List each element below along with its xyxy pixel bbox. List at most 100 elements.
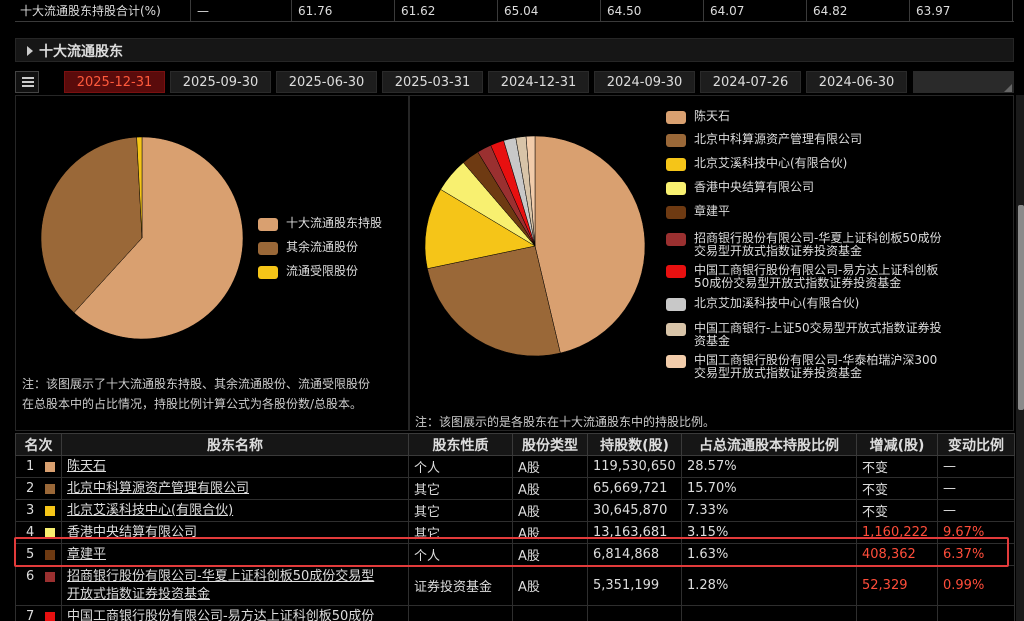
rank-cell: 2 xyxy=(15,477,62,500)
legend-item: 十大流通股东持股 xyxy=(258,217,382,231)
holder-name-cell: 中国工商银行股份有限公司-易方达上证科创板50成份 xyxy=(61,605,409,621)
legend-item: 北京艾加溪科技中心(有限合伙) xyxy=(666,297,859,311)
table-row[interactable]: 7 中国工商银行股份有限公司-易方达上证科创板50成份 xyxy=(15,605,1015,621)
tab-2024-06-30[interactable]: 2024-06-30 xyxy=(806,71,907,93)
table-row[interactable]: 1 陈天石 个人 A股 119,530,650 28.57% 不变 — xyxy=(15,455,1015,478)
color-swatch xyxy=(45,572,55,582)
rank-cell: 7 xyxy=(15,605,62,621)
table-row[interactable]: 2 北京中科算源资产管理有限公司 其它 A股 65,669,721 15.70% 不变 — xyxy=(15,477,1015,500)
rank-cell: 6 xyxy=(15,565,62,606)
list-icon[interactable] xyxy=(15,71,39,93)
table-row[interactable]: 6 招商银行股份有限公司-华夏上证科创板50成份交易型 开放式指数证券投资基金 证券投… xyxy=(15,565,1015,606)
rank-number: 2 xyxy=(26,481,35,496)
tab-2024-12-31[interactable]: 2024-12-31 xyxy=(488,71,589,93)
holder-name-link[interactable]: 招商银行股份有限公司-华夏上证科创板50成份交易型 开放式指数证券投资基金 xyxy=(67,569,374,602)
legend-swatch xyxy=(666,206,686,219)
tab-2025-09-30[interactable]: 2025-09-30 xyxy=(170,71,271,93)
holder-name-link[interactable]: 北京艾溪科技中心(有限合伙) xyxy=(67,503,233,518)
type-cell: A股 xyxy=(512,477,588,500)
type-cell: A股 xyxy=(512,499,588,522)
legend-swatch xyxy=(258,218,278,231)
expand-triangle-icon[interactable] xyxy=(27,46,33,56)
table-row[interactable]: 3 北京艾溪科技中心(有限合伙) 其它 A股 30,645,870 7.33% 不变 — xyxy=(15,499,1015,522)
tab-2025-06-30[interactable]: 2025-06-30 xyxy=(276,71,377,93)
shares-cell xyxy=(587,605,682,621)
section-title: 十大流通股东 xyxy=(39,44,123,60)
legend-item: 中国工商银行-上证50交易型开放式指数证券投 资基金 xyxy=(666,322,942,348)
table-header-row: 名次 股东名称 股东性质 股份类型 持股数(股) 占总流通股本持股比例 增减(股… xyxy=(15,433,1015,456)
col-header-ratio[interactable]: 占总流通股本持股比例 xyxy=(681,433,857,456)
legend-label: 香港中央结算有限公司 xyxy=(694,180,815,194)
section-header[interactable]: 十大流通股东 xyxy=(15,38,1014,62)
col-header-nature[interactable]: 股东性质 xyxy=(408,433,513,456)
legend-item: 招商银行股份有限公司-华夏上证科创板50成份 交易型开放式指数证券投资基金 xyxy=(666,232,942,258)
legend-swatch xyxy=(666,323,686,336)
holder-name-link[interactable]: 陈天石 xyxy=(67,459,106,474)
change-pct-cell: — xyxy=(937,477,1015,500)
right-chart-note: 注：该图展示的是各股东在十大流通股东中的持股比例。 xyxy=(415,415,716,429)
legend-label: 中国工商银行股份有限公司-华泰柏瑞沪深300 交易型开放式指数证券投资基金 xyxy=(694,353,938,380)
summary-cell: 64.50 xyxy=(601,0,704,22)
col-header-shares[interactable]: 持股数(股) xyxy=(587,433,682,456)
legend-label: 北京艾加溪科技中心(有限合伙) xyxy=(694,296,860,310)
tab-2025-03-31[interactable]: 2025-03-31 xyxy=(382,71,483,93)
summary-cell: 61.76 xyxy=(292,0,395,22)
holders-table: 名次 股东名称 股东性质 股份类型 持股数(股) 占总流通股本持股比例 增减(股… xyxy=(15,433,1015,621)
legend-label: 流通受限股份 xyxy=(286,264,359,278)
nature-cell: 个人 xyxy=(408,455,513,478)
nature-cell: 证券投资基金 xyxy=(408,565,513,606)
color-swatch xyxy=(45,506,55,516)
shares-cell: 65,669,721 xyxy=(587,477,682,500)
legend-swatch xyxy=(666,111,686,124)
summary-cell: 64.82 xyxy=(807,0,910,22)
legend-item: 北京艾溪科技中心(有限合伙) xyxy=(666,157,847,171)
change-pct-cell: 0.99% xyxy=(937,565,1015,606)
nature-cell: 其它 xyxy=(408,477,513,500)
ratio-cell: 7.33% xyxy=(681,499,857,522)
rank-number: 1 xyxy=(26,459,35,474)
legend-label: 中国工商银行股份有限公司-易方达上证科创板 50成份交易型开放式指数证券投资基金 xyxy=(694,263,939,290)
legend-item: 中国工商银行股份有限公司-易方达上证科创板 50成份交易型开放式指数证券投资基金 xyxy=(666,264,938,290)
legend-swatch xyxy=(258,266,278,279)
change-cell xyxy=(856,605,938,621)
col-header-type[interactable]: 股份类型 xyxy=(512,433,588,456)
highlight-box-row-5 xyxy=(14,537,1009,567)
change-cell: 不变 xyxy=(856,477,938,500)
tab-2024-09-30[interactable]: 2024-09-30 xyxy=(594,71,695,93)
legend-label: 章建平 xyxy=(694,204,731,218)
shares-cell: 119,530,650 xyxy=(587,455,682,478)
rank-cell: 1 xyxy=(15,455,62,478)
legend-item: 章建平 xyxy=(666,205,730,219)
ratio-cell xyxy=(681,605,857,621)
legend-label: 其余流通股份 xyxy=(286,240,359,254)
nature-cell xyxy=(408,605,513,621)
legend-swatch xyxy=(666,233,686,246)
rank-number: 3 xyxy=(26,503,35,518)
change-cell: 52,329 xyxy=(856,565,938,606)
legend-swatch xyxy=(666,265,686,278)
legend-label: 北京艾溪科技中心(有限合伙) xyxy=(694,156,848,170)
scrollbar-thumb[interactable] xyxy=(1018,205,1024,410)
summary-label: 十大流通股东持股合计(%) xyxy=(15,0,191,22)
shares-cell: 5,351,199 xyxy=(587,565,682,606)
right-pie-panel: 陈天石 北京中科算源资产管理有限公司 北京艾溪科技中心(有限合伙) 香港中央结算有限公… xyxy=(409,95,1014,431)
summary-row: 十大流通股东持股合计(%) — 61.76 61.62 65.04 64.50 … xyxy=(15,0,1014,22)
shares-cell: 30,645,870 xyxy=(587,499,682,522)
col-header-change-pct[interactable]: 变动比例 xyxy=(937,433,1015,456)
col-header-change[interactable]: 增减(股) xyxy=(856,433,938,456)
rank-number: 6 xyxy=(26,569,35,584)
nature-cell: 其它 xyxy=(408,499,513,522)
legend-swatch xyxy=(666,298,686,311)
legend-label: 中国工商银行-上证50交易型开放式指数证券投 资基金 xyxy=(694,321,942,348)
holder-name-link[interactable]: 中国工商银行股份有限公司-易方达上证科创板50成份 xyxy=(67,609,374,621)
ratio-cell: 1.28% xyxy=(681,565,857,606)
tab-2025-12-31[interactable]: 2025-12-31 xyxy=(64,71,165,93)
col-header-rank[interactable]: 名次 xyxy=(15,433,62,456)
col-header-name[interactable]: 股东名称 xyxy=(61,433,409,456)
legend-swatch xyxy=(258,242,278,255)
tab-2024-07-26[interactable]: 2024-07-26 xyxy=(700,71,801,93)
holder-name-cell: 招商银行股份有限公司-华夏上证科创板50成份交易型 开放式指数证券投资基金 xyxy=(61,565,409,606)
color-swatch xyxy=(45,484,55,494)
holder-name-cell: 北京艾溪科技中心(有限合伙) xyxy=(61,499,409,522)
holder-name-link[interactable]: 北京中科算源资产管理有限公司 xyxy=(67,481,249,496)
